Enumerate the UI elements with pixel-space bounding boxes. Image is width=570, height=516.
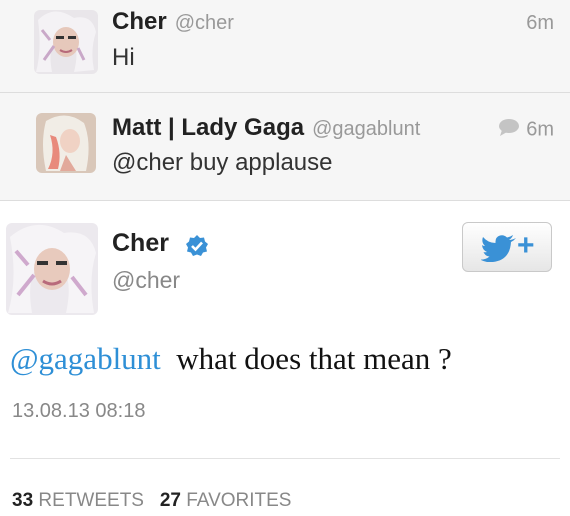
follow-plus-label: + (517, 229, 535, 262)
tweet-author-name[interactable]: Matt | Lady Gaga (112, 114, 304, 141)
favorites-count: 27 (159, 490, 181, 511)
avatar-cher-large[interactable] (6, 223, 98, 315)
retweets-count: 33 (12, 490, 34, 511)
tweet-time-group: 6m (498, 118, 554, 142)
favorites-label: FAVORITES (186, 490, 292, 511)
tweet-body-text: what does that mean ? (176, 341, 452, 376)
avatar-cher[interactable] (34, 10, 98, 74)
retweets-stat[interactable]: 33 RETWEETS (12, 490, 144, 511)
twitter-bird-icon (481, 235, 516, 262)
follow-button[interactable]: + (462, 222, 552, 272)
tweet-row-gagablunt[interactable]: Matt | Lady Gaga @gagablunt 6m @cher buy … (0, 93, 570, 201)
avatar-gagablunt[interactable] (36, 113, 96, 173)
tweet-author-handle[interactable]: @cher (175, 12, 234, 34)
tweet-author-handle[interactable]: @gagablunt (312, 118, 420, 140)
tweet-text: @cher buy applause (112, 149, 333, 176)
conversation-icon (498, 118, 520, 142)
favorites-stat[interactable]: 27 FAVORITES (160, 490, 292, 511)
expanded-tweet: Cher @cher + @gagablunt what does that m… (0, 201, 570, 516)
author-handle[interactable]: @cher (112, 267, 180, 294)
retweets-label: RETWEETS (38, 490, 144, 511)
author-name[interactable]: Cher (112, 229, 169, 258)
tweet-time: 6m (526, 12, 554, 34)
tweet-author-name[interactable]: Cher (112, 8, 167, 35)
tweet-text: Hi (112, 44, 135, 71)
verified-badge-icon (185, 234, 209, 263)
tweet-body: @gagablunt what does that mean ? (10, 341, 452, 377)
tweet-time: 6m (526, 118, 554, 141)
mention-link[interactable]: @gagablunt (10, 341, 161, 376)
tweet-stats: 33 RETWEETS 27 FAVORITES (12, 490, 291, 512)
divider (10, 458, 560, 459)
tweet-timestamp: 13.08.13 08:18 (12, 400, 146, 422)
tweet-row-cher[interactable]: Cher @cher 6m Hi (0, 0, 570, 93)
